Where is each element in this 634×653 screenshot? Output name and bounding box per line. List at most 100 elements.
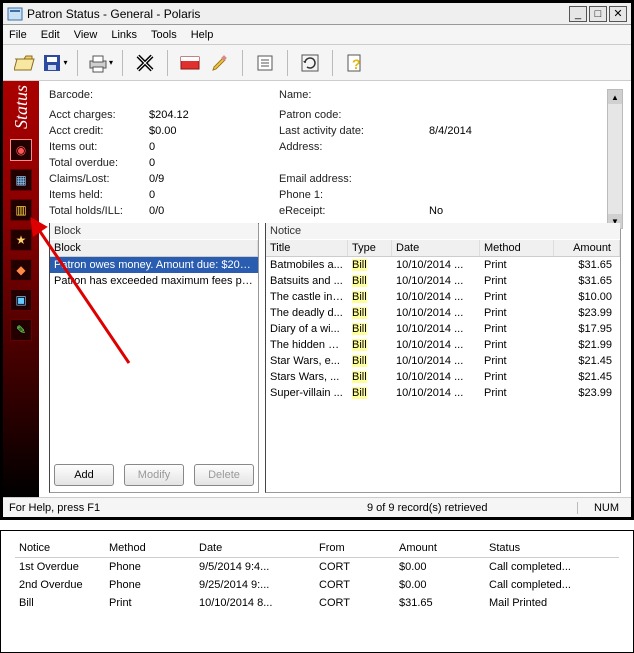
status-count: 9 of 9 record(s) retrieved [367, 502, 577, 514]
sidebar-label: Status [11, 85, 32, 129]
notice-row[interactable]: Star Wars, e...Bill10/10/2014 ...Print$2… [266, 353, 620, 369]
last-activity-value: 8/4/2014 [429, 125, 472, 137]
modify-button[interactable]: Modify [124, 464, 184, 486]
notice-row[interactable]: Batsuits and ...Bill10/10/2014 ...Print$… [266, 273, 620, 289]
menu-bar: File Edit View Links Tools Help [3, 25, 631, 45]
notice-cell-amount: $23.99 [554, 305, 620, 321]
add-button[interactable]: Add [54, 464, 114, 486]
notice-cell-method: Print [480, 353, 554, 369]
notice-hdr-date[interactable]: Date [392, 240, 480, 256]
sidebar-item-3[interactable]: ★ [10, 229, 32, 251]
dt-cell-method: Print [105, 594, 195, 612]
notice-row[interactable]: The deadly d...Bill10/10/2014 ...Print$2… [266, 305, 620, 321]
notice-cell-date: 10/10/2014 ... [392, 321, 480, 337]
edit-icon[interactable] [206, 49, 234, 77]
dt-cell-status: Call completed... [485, 558, 619, 576]
sidebar-status-icon[interactable]: ◉ [10, 139, 32, 161]
menu-file[interactable]: File [9, 29, 27, 41]
delete-button[interactable]: Delete [194, 464, 254, 486]
notice-cell-method: Print [480, 369, 554, 385]
scroll-up-icon[interactable]: ▲ [608, 90, 622, 104]
notice-cell-amount: $31.65 [554, 257, 620, 273]
menu-help[interactable]: Help [191, 29, 214, 41]
notice-hdr-method[interactable]: Method [480, 240, 554, 256]
help-icon[interactable]: ? [341, 49, 369, 77]
info-scrollbar[interactable]: ▲ ▼ [607, 89, 623, 229]
properties-icon[interactable] [251, 49, 279, 77]
notice-row[interactable]: The hidden boyBill10/10/2014 ...Print$21… [266, 337, 620, 353]
block-row-1[interactable]: Patron has exceeded maximum fees permitt… [50, 273, 258, 289]
notice-cell-amount: $31.65 [554, 273, 620, 289]
notice-hdr-amount[interactable]: Amount [554, 240, 620, 256]
dt-hdr-from[interactable]: From [315, 539, 395, 557]
dt-cell-amount: $0.00 [395, 558, 485, 576]
dt-hdr-amount[interactable]: Amount [395, 539, 485, 557]
ereceipt-value: No [429, 205, 443, 217]
dt-cell-from: CORT [315, 558, 395, 576]
claims-lost-label: Claims/Lost: [49, 173, 149, 185]
barcode-label: Barcode: [49, 89, 149, 101]
dt-hdr-method[interactable]: Method [105, 539, 195, 557]
notice-cell-title: The hidden boy [266, 337, 348, 353]
dt-cell-status: Mail Printed [485, 594, 619, 612]
total-holds-label: Total holds/ILL: [49, 205, 149, 217]
title-bar: Patron Status - General - Polaris _ □ ✕ [3, 3, 631, 25]
notice-row[interactable]: Batmobiles a...Bill10/10/2014 ...Print$3… [266, 257, 620, 273]
notice-cell-amount: $10.00 [554, 289, 620, 305]
ereceipt-label: eReceipt: [279, 205, 379, 217]
items-out-value: 0 [149, 141, 155, 153]
sidebar-item-4[interactable]: ◆ [10, 259, 32, 281]
menu-links[interactable]: Links [111, 29, 137, 41]
dt-hdr-date[interactable]: Date [195, 539, 315, 557]
card-icon[interactable] [176, 49, 204, 77]
sidebar-item-6[interactable]: ✎ [10, 319, 32, 341]
detached-row[interactable]: BillPrint10/10/2014 8...CORT$31.65Mail P… [15, 594, 619, 612]
notice-cell-method: Print [480, 337, 554, 353]
minimize-button[interactable]: _ [569, 6, 587, 22]
dt-cell-notice: 1st Overdue [15, 558, 105, 576]
detached-row[interactable]: 2nd OverduePhone9/25/2014 9:...CORT$0.00… [15, 576, 619, 594]
notice-panel-title: Notice [266, 223, 620, 239]
sidebar-item-1[interactable]: ▦ [10, 169, 32, 191]
block-header[interactable]: Block [50, 240, 258, 256]
refresh-icon[interactable] [296, 49, 324, 77]
notice-cell-method: Print [480, 385, 554, 401]
notice-hdr-title[interactable]: Title [266, 240, 348, 256]
block-list[interactable]: Patron owes money. Amount due: $204.12 P… [50, 257, 258, 458]
notice-cell-date: 10/10/2014 ... [392, 273, 480, 289]
notice-cell-date: 10/10/2014 ... [392, 289, 480, 305]
notice-row[interactable]: Diary of a wi...Bill10/10/2014 ...Print$… [266, 321, 620, 337]
block-row-0[interactable]: Patron owes money. Amount due: $204.12 [50, 257, 258, 273]
notice-cell-title: Stars Wars, ... [266, 369, 348, 385]
close-button[interactable]: ✕ [609, 6, 627, 22]
notice-row[interactable]: Stars Wars, ...Bill10/10/2014 ...Print$2… [266, 369, 620, 385]
dt-cell-date: 10/10/2014 8... [195, 594, 315, 612]
address-label: Address: [279, 141, 379, 153]
menu-view[interactable]: View [74, 29, 98, 41]
notice-cell-type: Bill [348, 273, 392, 289]
sidebar-item-5[interactable]: ▣ [10, 289, 32, 311]
menu-tools[interactable]: Tools [151, 29, 177, 41]
acct-charges-value: $204.12 [149, 109, 189, 121]
toolbar: ▾ ▾ ? [3, 45, 631, 81]
notice-list[interactable]: Batmobiles a...Bill10/10/2014 ...Print$3… [266, 257, 620, 492]
notice-cell-method: Print [480, 273, 554, 289]
notice-row[interactable]: The castle in ...Bill10/10/2014 ...Print… [266, 289, 620, 305]
notice-cell-method: Print [480, 257, 554, 273]
dt-cell-from: CORT [315, 576, 395, 594]
menu-edit[interactable]: Edit [41, 29, 60, 41]
print-icon[interactable]: ▾ [86, 49, 114, 77]
notice-hdr-type[interactable]: Type [348, 240, 392, 256]
save-icon[interactable]: ▾ [41, 49, 69, 77]
detached-row[interactable]: 1st OverduePhone9/5/2014 9:4...CORT$0.00… [15, 558, 619, 576]
sidebar-item-2[interactable]: ▥ [10, 199, 32, 221]
dt-hdr-notice[interactable]: Notice [15, 539, 105, 557]
dt-cell-amount: $0.00 [395, 576, 485, 594]
notice-cell-amount: $21.99 [554, 337, 620, 353]
delete-icon[interactable] [131, 49, 159, 77]
maximize-button[interactable]: □ [589, 6, 607, 22]
dt-hdr-status[interactable]: Status [485, 539, 619, 557]
dt-cell-notice: Bill [15, 594, 105, 612]
notice-row[interactable]: Super-villain ...Bill10/10/2014 ...Print… [266, 385, 620, 401]
open-icon[interactable] [11, 49, 39, 77]
